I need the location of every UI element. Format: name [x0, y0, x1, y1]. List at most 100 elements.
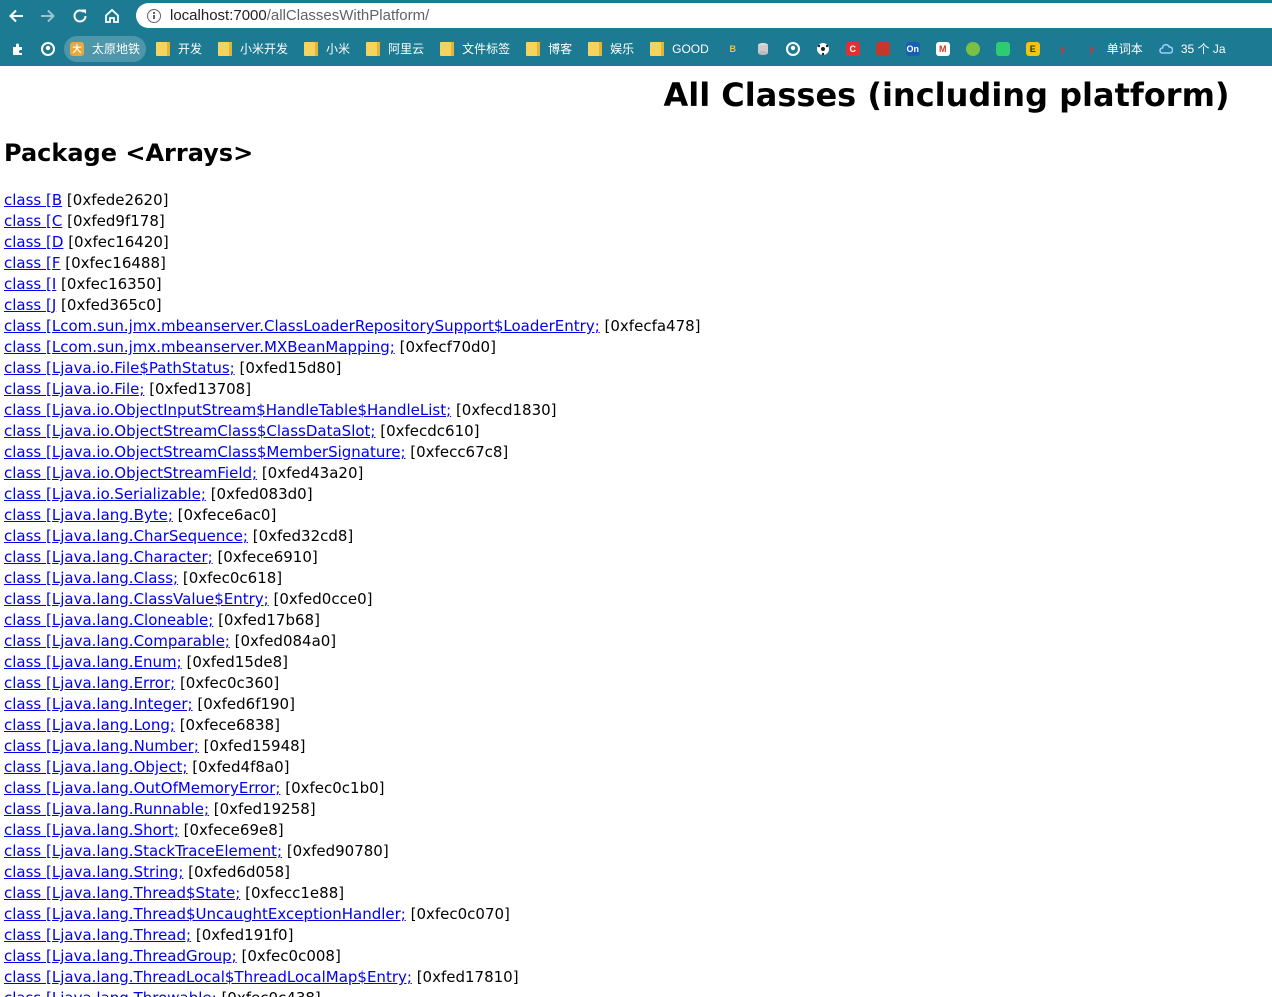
class-link[interactable]: class [Ljava.lang.Long; [4, 716, 175, 734]
site-info-icon[interactable] [147, 8, 161, 23]
bookmark-toolbox[interactable] [869, 36, 897, 62]
bookmark-e[interactable]: E [1019, 36, 1047, 62]
bookmark-green[interactable] [989, 36, 1017, 62]
bookmark-folder-file-tags[interactable]: 文件标签 [434, 36, 516, 62]
class-address: [0xfed13708] [144, 380, 252, 398]
bookmark-taiyuan-metro[interactable]: 大 太原地铁 [64, 35, 147, 62]
class-link[interactable]: class [I [4, 275, 56, 293]
bookmark-youdao[interactable]: y [1049, 36, 1077, 62]
list-item: class [Ljava.io.ObjectStreamField; [0xfe… [4, 463, 701, 484]
bookmark-gmail[interactable]: M [929, 36, 957, 62]
class-address: [0xfed15948] [198, 737, 306, 755]
list-item: class [Ljava.lang.ClassValue$Entry; [0xf… [4, 589, 701, 610]
app-icon [995, 41, 1010, 56]
bookmark-iqiyi[interactable] [959, 36, 987, 62]
bookmark-folder-good[interactable]: GOOD [644, 36, 715, 62]
class-link[interactable]: class [Ljava.lang.Thread$UncaughtExcepti… [4, 905, 406, 923]
class-link[interactable]: class [Lcom.sun.jmx.mbeanserver.MXBeanMa… [4, 338, 395, 356]
bookmark-folder-aliyun[interactable]: 阿里云 [360, 36, 430, 62]
class-link[interactable]: class [Ljava.io.Serializable; [4, 485, 206, 503]
bookmark-folder-entertainment[interactable]: 娱乐 [582, 36, 640, 62]
address-url[interactable]: localhost:7000/allClassesWithPlatform/ [170, 7, 429, 24]
class-link[interactable]: class [Ljava.lang.String; [4, 863, 183, 881]
class-link[interactable]: class [B [4, 191, 62, 209]
bookmark-database[interactable] [749, 36, 777, 62]
class-link[interactable]: class [Ljava.io.File$PathStatus; [4, 359, 235, 377]
class-address: [0xfed17810] [411, 968, 519, 986]
class-link[interactable]: class [Ljava.lang.Enum; [4, 653, 182, 671]
class-link[interactable]: class [F [4, 254, 60, 272]
bookmark-label: 太原地铁 [92, 42, 141, 56]
class-link[interactable]: class [Ljava.lang.Thread; [4, 926, 191, 944]
list-item: class [Ljava.lang.Byte; [0xfece6ac0] [4, 505, 701, 526]
class-link[interactable]: class [Ljava.lang.Character; [4, 548, 213, 566]
forward-icon[interactable] [32, 0, 64, 31]
class-link[interactable]: class [Lcom.sun.jmx.mbeanserver.ClassLoa… [4, 317, 600, 335]
url-path: /allClassesWithPlatform/ [266, 7, 430, 24]
list-item: class [Ljava.io.ObjectStreamClass$Member… [4, 442, 701, 463]
folder-icon [526, 41, 541, 56]
address-bar[interactable]: localhost:7000/allClassesWithPlatform/ [136, 3, 1272, 28]
class-link[interactable]: class [Ljava.lang.Cloneable; [4, 611, 213, 629]
back-icon[interactable] [0, 0, 32, 31]
class-link[interactable]: class [Ljava.io.ObjectInputStream$Handle… [4, 401, 451, 419]
class-link[interactable]: class [Ljava.lang.Integer; [4, 695, 193, 713]
class-address: [0xfecc1e88] [240, 884, 345, 902]
reload-icon[interactable] [64, 0, 96, 31]
class-link[interactable]: class [Ljava.lang.Class; [4, 569, 178, 587]
bookmarks-bar: 大 太原地铁 开发 小米开发 小米 阿里云 文件标签 博客 娱乐 GOOD B [0, 31, 1272, 66]
bookmark-on[interactable]: On [899, 36, 927, 62]
class-link[interactable]: class [Ljava.lang.ThreadGroup; [4, 947, 237, 965]
class-link[interactable]: class [Ljava.lang.Comparable; [4, 632, 230, 650]
class-link[interactable]: class [Ljava.lang.Byte; [4, 506, 173, 524]
bookmark-folder-blog[interactable]: 博客 [520, 36, 578, 62]
class-address: [0xfece69e8] [178, 821, 284, 839]
class-address: [0xfed43a20] [257, 464, 364, 482]
bookmark-csdn[interactable]: C [839, 36, 867, 62]
class-link[interactable]: class [Ljava.lang.Object; [4, 758, 187, 776]
list-item: class [Ljava.lang.Class; [0xfec0c618] [4, 568, 701, 589]
class-link[interactable]: class [Ljava.lang.Thread$State; [4, 884, 240, 902]
class-link[interactable]: class [Ljava.lang.Short; [4, 821, 179, 839]
class-link[interactable]: class [Ljava.lang.StackTraceElement; [4, 842, 282, 860]
class-link[interactable]: class [Ljava.lang.Runnable; [4, 800, 209, 818]
class-link[interactable]: class [Ljava.lang.Throwable; [4, 989, 217, 997]
class-link[interactable]: class [Ljava.io.File; [4, 380, 144, 398]
browser-toolbar: localhost:7000/allClassesWithPlatform/ [0, 0, 1272, 31]
home-icon[interactable] [96, 0, 128, 31]
class-link[interactable]: class [Ljava.io.ObjectStreamClass$ClassD… [4, 422, 375, 440]
extensions-bookmark[interactable] [4, 36, 32, 62]
class-address: [0xfede2620] [62, 191, 169, 209]
class-link[interactable]: class [Ljava.io.ObjectStreamField; [4, 464, 257, 482]
list-item: class [B [0xfede2620] [4, 190, 701, 211]
class-address: [0xfec0c438] [217, 989, 320, 997]
class-link[interactable]: class [C [4, 212, 62, 230]
bookmark-github-2[interactable] [779, 36, 807, 62]
class-link[interactable]: class [Ljava.lang.ThreadLocal$ThreadLoca… [4, 968, 412, 986]
bookmark-bootstrap[interactable]: B [719, 36, 747, 62]
class-link[interactable]: class [Ljava.lang.CharSequence; [4, 527, 248, 545]
class-link[interactable]: class [Ljava.lang.Error; [4, 674, 175, 692]
folder-icon [650, 41, 665, 56]
list-item: class [Ljava.io.Serializable; [0xfed083d… [4, 484, 701, 505]
class-link[interactable]: class [Ljava.io.ObjectStreamClass$Member… [4, 443, 406, 461]
class-link[interactable]: class [Ljava.lang.OutOfMemoryError; [4, 779, 280, 797]
list-item: class [D [0xfec16420] [4, 232, 701, 253]
list-item: class [Ljava.lang.Character; [0xfece6910… [4, 547, 701, 568]
class-link[interactable]: class [D [4, 233, 63, 251]
folder-icon [440, 41, 455, 56]
class-link[interactable]: class [Ljava.lang.ClassValue$Entry; [4, 590, 269, 608]
folder-icon [366, 41, 381, 56]
class-link[interactable]: class [J [4, 296, 56, 314]
bookmark-folder-xiaomi[interactable]: 小米 [298, 36, 356, 62]
github-bookmark[interactable] [34, 36, 62, 62]
bookmark-folder-kaifa[interactable]: 开发 [150, 36, 208, 62]
bookmark-soccer[interactable] [809, 36, 837, 62]
bookmark-wordbook[interactable]: y 单词本 [1079, 36, 1149, 62]
bookmark-label: 35 个 Ja [1180, 42, 1226, 56]
bookmark-folder-xiaomi-kaifa[interactable]: 小米开发 [212, 36, 294, 62]
class-address: [0xfed90780] [282, 842, 389, 860]
class-list: class [B [0xfede2620] class [C [0xfed9f17… [4, 190, 701, 997]
bookmark-35-java[interactable]: 35 个 Ja [1153, 36, 1232, 62]
class-link[interactable]: class [Ljava.lang.Number; [4, 737, 199, 755]
